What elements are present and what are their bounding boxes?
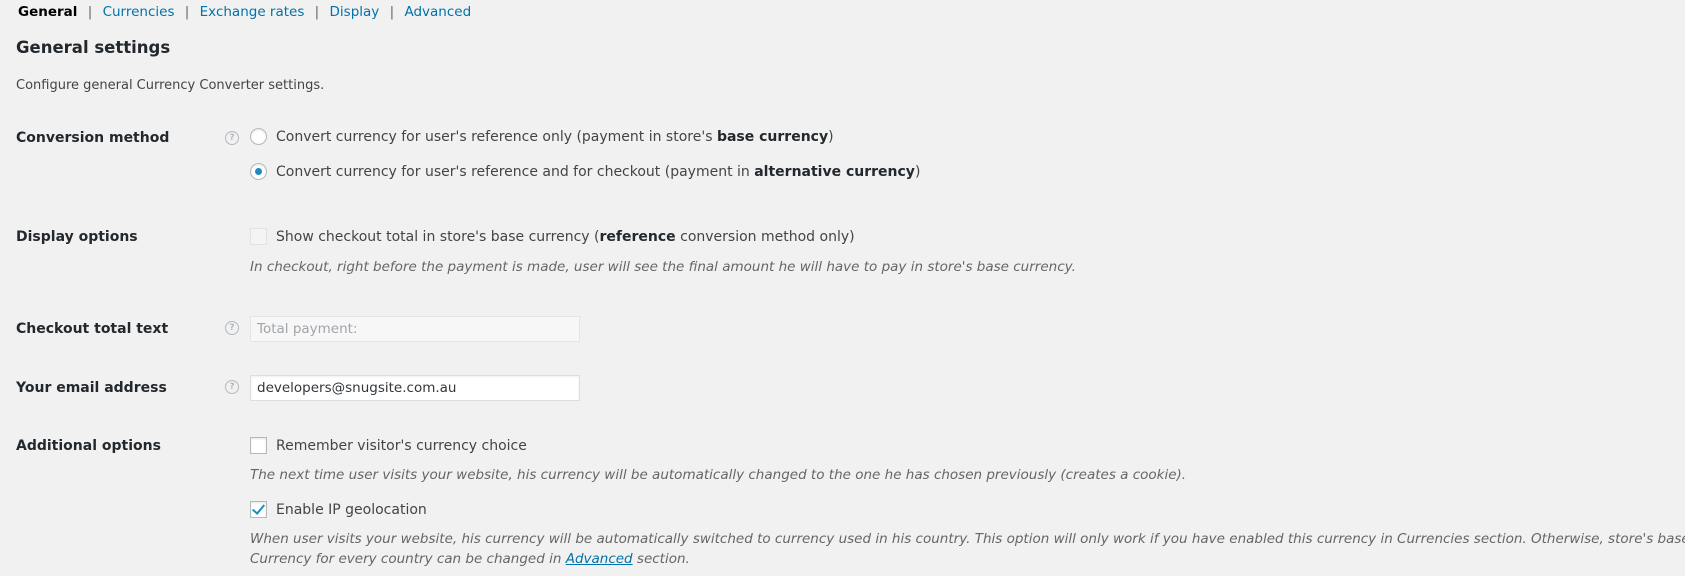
ip-geolocation-description-line1: When user visits your website, his curre… [250, 531, 1685, 547]
page-intro: Configure general Currency Converter set… [16, 78, 325, 93]
checkout-total-text-input[interactable] [250, 316, 580, 342]
option-text: Remember visitor's currency choice [276, 437, 527, 454]
option-text: Convert currency for user's reference on… [276, 128, 834, 145]
subnav-general[interactable]: General [18, 4, 77, 20]
remember-choice-checkbox[interactable] [250, 437, 267, 454]
subnav-separator: | [314, 4, 320, 20]
subnav-separator: | [184, 4, 190, 20]
remember-choice-option[interactable]: Remember visitor's currency choice [250, 437, 527, 454]
page-title: General settings [16, 38, 171, 57]
subnav-advanced[interactable]: Advanced [404, 4, 471, 20]
ip-geolocation-description: When user visits your website, his curre… [250, 529, 1685, 569]
help-icon[interactable]: ? [225, 380, 239, 394]
conversion-method-reference-option[interactable]: Convert currency for user's reference on… [250, 128, 834, 145]
conversion-method-reference-radio[interactable] [250, 128, 267, 145]
help-icon[interactable]: ? [225, 131, 239, 145]
option-text: Convert currency for user's reference an… [276, 163, 921, 180]
subnav-separator: | [389, 4, 395, 20]
subnav-display[interactable]: Display [330, 4, 380, 20]
option-text: Show checkout total in store's base curr… [276, 228, 855, 245]
subnav-separator: | [87, 4, 93, 20]
show-base-total-option: Show checkout total in store's base curr… [250, 228, 855, 245]
display-options-description: In checkout, right before the payment is… [250, 259, 1076, 275]
ip-geolocation-option[interactable]: Enable IP geolocation [250, 501, 427, 518]
email-field[interactable] [250, 375, 580, 401]
subnav-exchange-rates[interactable]: Exchange rates [200, 4, 305, 20]
remember-choice-description: The next time user visits your website, … [250, 467, 1187, 483]
settings-subnav: General | Currencies | Exchange rates | … [18, 4, 471, 20]
checkout-total-text-label: Checkout total text [16, 321, 169, 337]
option-text: Enable IP geolocation [276, 501, 427, 518]
subnav-currencies[interactable]: Currencies [103, 4, 175, 20]
conversion-method-label: Conversion method [16, 130, 170, 146]
advanced-section-link[interactable]: Advanced [566, 551, 633, 567]
show-base-total-checkbox [250, 228, 267, 245]
conversion-method-checkout-radio[interactable] [250, 163, 267, 180]
ip-geolocation-checkbox[interactable] [250, 501, 267, 518]
help-icon[interactable]: ? [225, 321, 239, 335]
conversion-method-checkout-option[interactable]: Convert currency for user's reference an… [250, 163, 920, 180]
display-options-label: Display options [16, 229, 138, 245]
additional-options-label: Additional options [16, 438, 161, 454]
email-label: Your email address [16, 380, 167, 396]
